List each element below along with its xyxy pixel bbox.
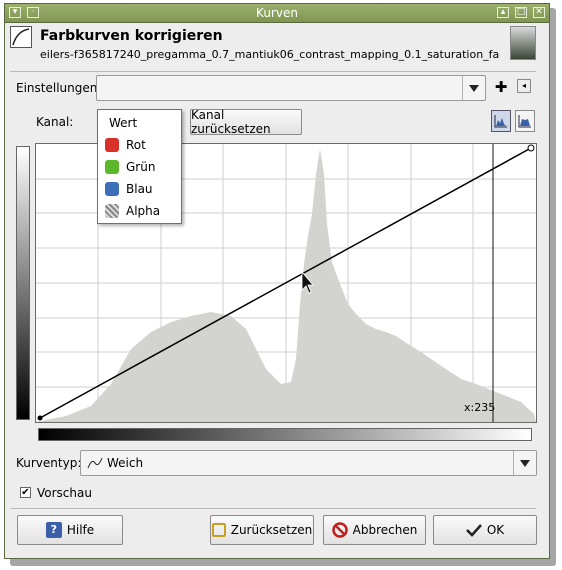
- reset-channel-label: Kanal zurücksetzen: [191, 108, 271, 136]
- cancel-button[interactable]: Abbrechen: [323, 515, 426, 545]
- chevron-down-icon: [513, 451, 536, 475]
- output-gradient-bar: [16, 146, 30, 420]
- curve-type-label: Kurventyp:: [16, 456, 82, 470]
- log-histogram-toggle[interactable]: [515, 110, 535, 132]
- curve-type-value: Weich: [107, 456, 144, 470]
- titlebar[interactable]: ▾ · Kurven ▴ □ ✕: [5, 4, 549, 23]
- alpha-channel-icon: [105, 204, 119, 218]
- input-gradient-bar: [38, 428, 532, 441]
- check-icon: [465, 524, 482, 537]
- close-icon[interactable]: ✕: [533, 7, 545, 18]
- channel-menu: Wert Rot Grün Blau Alpha: [97, 109, 182, 224]
- add-preset-icon[interactable]: ✚: [494, 80, 508, 95]
- reset-label: Zurücksetzen: [230, 523, 313, 537]
- preview-label: Vorschau: [37, 486, 92, 500]
- reset-icon: [211, 523, 226, 537]
- help-button[interactable]: ? Hilfe: [17, 515, 123, 545]
- curve-point-start[interactable]: [37, 415, 43, 421]
- blue-channel-icon: [105, 182, 119, 196]
- menu-item-alpha[interactable]: Alpha: [98, 200, 181, 222]
- dialog-header: Farbkurven korrigieren eilers-f365817240…: [10, 26, 536, 66]
- menu-item-alpha-label: Alpha: [126, 204, 161, 218]
- preview-checkbox[interactable]: ✔: [20, 487, 31, 498]
- menu-item-red[interactable]: Rot: [98, 134, 181, 156]
- curves-tool-icon: [10, 26, 32, 48]
- ok-button[interactable]: OK: [433, 515, 537, 545]
- curve-type-combo[interactable]: Weich: [80, 450, 537, 476]
- linear-histogram-toggle[interactable]: [491, 110, 511, 132]
- menu-item-value-label: Wert: [109, 116, 138, 130]
- green-channel-icon: [105, 160, 119, 174]
- menu-item-green-label: Grün: [126, 160, 156, 174]
- ok-label: OK: [486, 523, 505, 537]
- header-separator: [10, 71, 536, 72]
- cancel-label: Abbrechen: [352, 523, 418, 537]
- dialog-title: Farbkurven korrigieren: [40, 28, 223, 44]
- window-title: Kurven: [256, 6, 298, 20]
- menu-item-blue-label: Blau: [126, 182, 153, 196]
- x-readout: x:235: [464, 401, 496, 414]
- button-separator: [10, 508, 536, 509]
- log-histogram-icon: [518, 115, 531, 128]
- smooth-curve-icon: [87, 457, 103, 469]
- image-thumbnail: [510, 26, 536, 60]
- curve-point-end[interactable]: [527, 144, 535, 152]
- settings-label: Einstellungen:: [16, 81, 102, 95]
- preset-menu-icon[interactable]: ◂: [517, 79, 531, 93]
- chevron-down-icon: [462, 76, 485, 100]
- reset-button[interactable]: Zurücksetzen: [210, 515, 314, 545]
- help-label: Hilfe: [66, 523, 95, 537]
- menu-item-blue[interactable]: Blau: [98, 178, 181, 200]
- linear-histogram-icon: [494, 115, 507, 128]
- settings-combo[interactable]: [96, 75, 486, 101]
- channel-label: Kanal:: [36, 115, 74, 129]
- reset-channel-button[interactable]: Kanal zurücksetzen: [190, 108, 302, 136]
- menu-item-green[interactable]: Grün: [98, 156, 181, 178]
- menu-item-value[interactable]: Wert: [98, 112, 181, 134]
- maximize-icon[interactable]: □: [515, 7, 527, 18]
- red-channel-icon: [105, 138, 119, 152]
- help-icon: ?: [45, 522, 62, 538]
- image-name: eilers-f365817240_pregamma_0.7_mantiuk06…: [40, 48, 500, 61]
- shade-icon[interactable]: ▴: [497, 7, 509, 18]
- cancel-icon: [331, 522, 348, 538]
- menu-item-red-label: Rot: [126, 138, 146, 152]
